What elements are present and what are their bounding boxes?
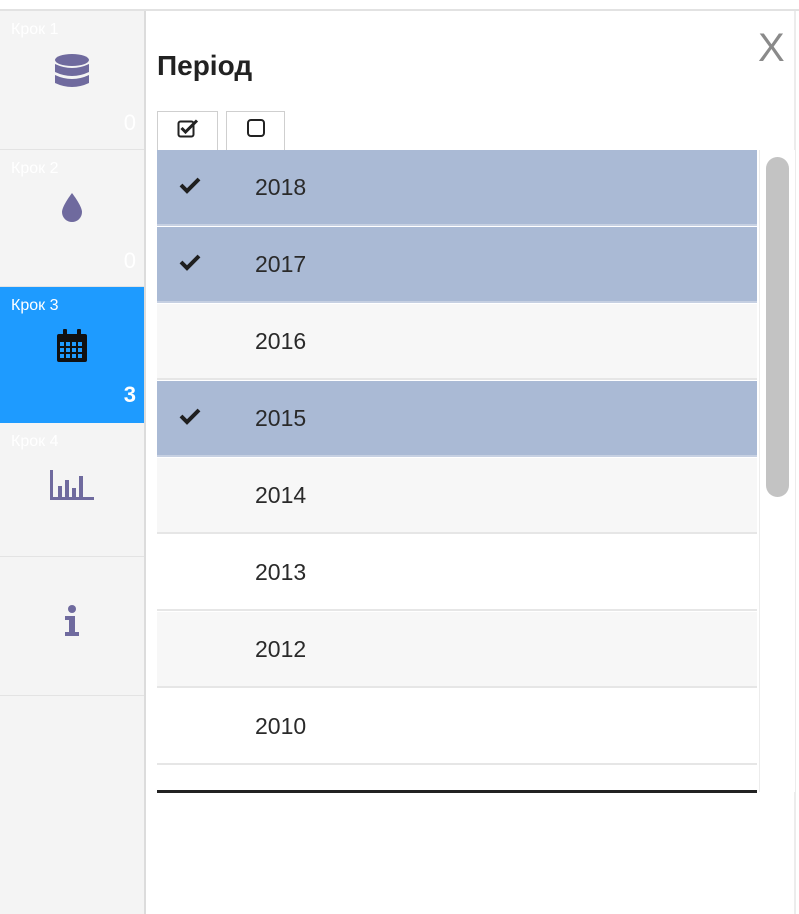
year-label: 2016	[255, 328, 307, 354]
list-item[interactable]: 2016	[157, 304, 757, 380]
year-label: 2013	[255, 559, 307, 585]
list-item[interactable]: 2015	[157, 381, 757, 457]
list-item[interactable]: 2012	[157, 612, 757, 688]
calendar-icon	[56, 329, 88, 368]
check-icon	[179, 176, 201, 199]
year-list[interactable]: 2018 2017 2016 2015 2014 2013 2012 2010	[157, 150, 759, 790]
year-label: 2018	[255, 174, 307, 200]
step-label: Крок 3	[11, 297, 59, 314]
step-label: Крок 4	[11, 433, 59, 450]
year-label: 2010	[255, 713, 307, 739]
step-count: 3	[123, 382, 136, 407]
checked-square-icon	[177, 118, 199, 143]
database-icon	[54, 53, 90, 98]
bar-chart-icon	[49, 468, 95, 507]
select-none-button[interactable]	[226, 111, 285, 150]
step-rail: Крок 1 0 Крок 2 0 Крок 3 3 Крок 4	[0, 11, 146, 914]
step-label: Крок 2	[11, 160, 59, 177]
step-info[interactable]	[0, 557, 144, 696]
check-icon	[179, 253, 201, 276]
year-label: 2017	[255, 251, 307, 277]
list-item[interactable]: 2010	[157, 689, 757, 765]
list-item[interactable]: 2014	[157, 458, 757, 534]
empty-square-icon	[246, 118, 266, 143]
list-item[interactable]: 2018	[157, 150, 757, 226]
list-item[interactable]	[157, 766, 757, 790]
step-4[interactable]: Крок 4	[0, 423, 144, 557]
select-all-button[interactable]	[157, 111, 218, 150]
step-2[interactable]: Крок 2 0	[0, 150, 144, 287]
year-label: 2012	[255, 636, 307, 662]
list-item[interactable]: 2013	[157, 535, 757, 611]
step-count: 0	[123, 248, 136, 273]
info-icon	[63, 605, 81, 642]
list-bottom-rule	[157, 790, 757, 793]
list-item[interactable]: 2017	[157, 227, 757, 303]
year-label: 2014	[255, 482, 307, 508]
step-count: 0	[123, 110, 136, 135]
drop-icon	[61, 192, 83, 227]
year-label: 2015	[255, 405, 307, 431]
step-3[interactable]: Крок 3 3	[0, 287, 144, 423]
panel-title: Період	[157, 50, 253, 81]
close-button[interactable]: X	[758, 28, 785, 68]
step-1[interactable]: Крок 1 0	[0, 11, 144, 150]
step-label: Крок 1	[11, 21, 59, 38]
scrollbar-thumb[interactable]	[766, 157, 789, 497]
check-icon	[179, 407, 201, 430]
